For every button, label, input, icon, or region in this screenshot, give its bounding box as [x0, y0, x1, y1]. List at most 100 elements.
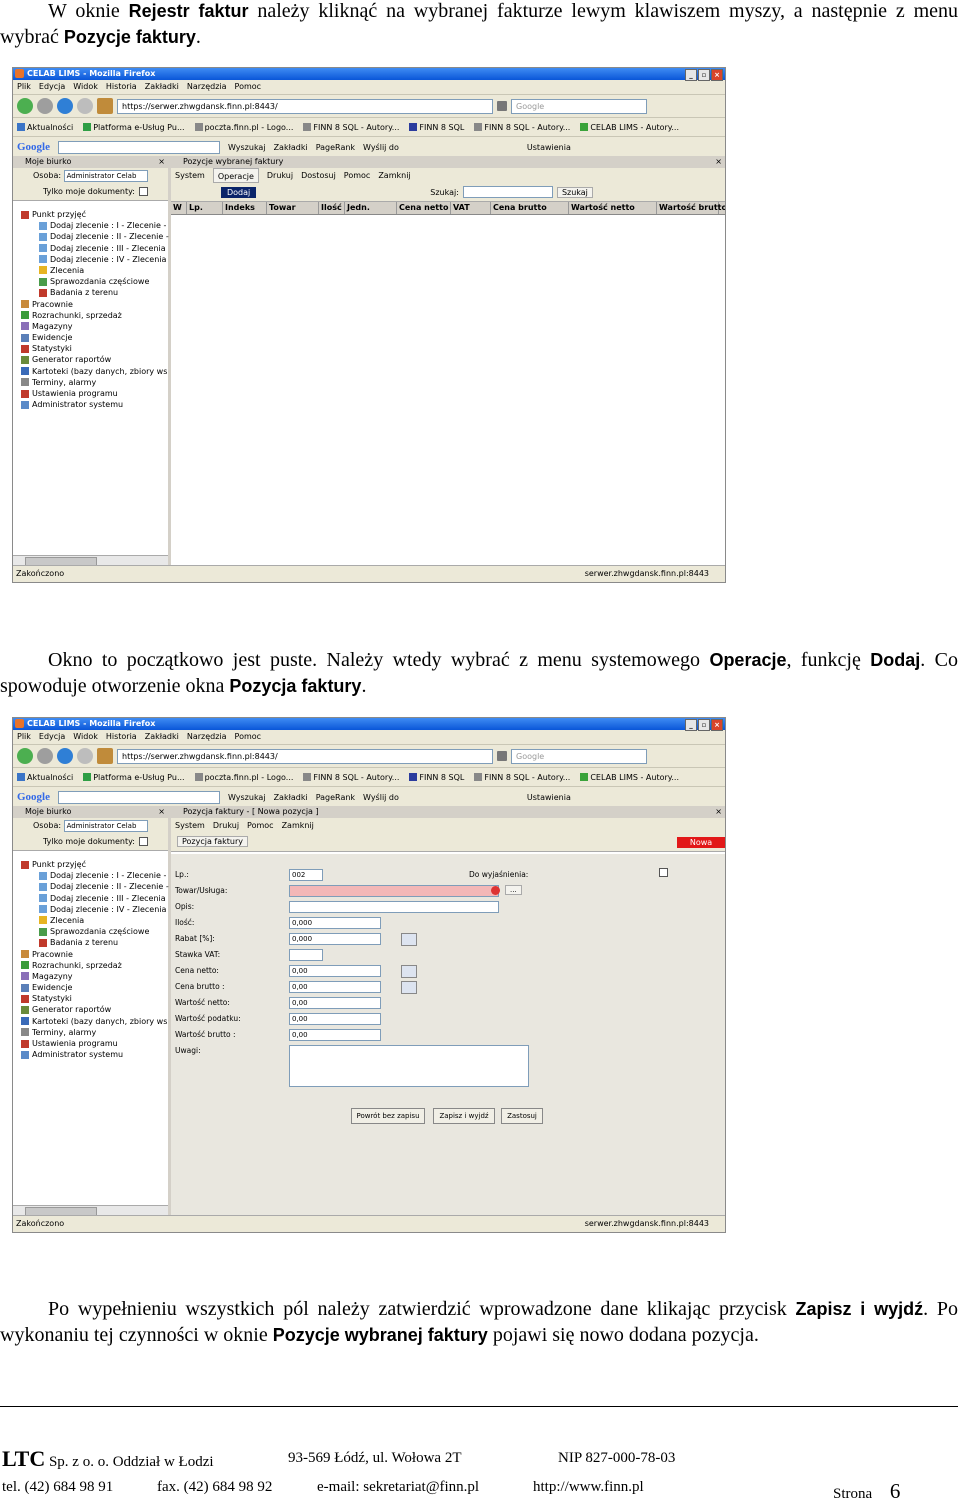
- back-icon[interactable]: [17, 98, 33, 114]
- close-icon[interactable]: ×: [711, 69, 723, 81]
- google-search-button[interactable]: Wyszukaj: [228, 143, 266, 152]
- tree-item[interactable]: Statystyki: [13, 993, 168, 1004]
- tree-item[interactable]: Statystyki: [13, 343, 168, 354]
- maximize-icon[interactable]: ▫: [698, 69, 710, 81]
- tree-item[interactable]: Badania z terenu: [13, 937, 168, 948]
- menu-zamknij[interactable]: Zamknij: [378, 168, 410, 183]
- stop-icon[interactable]: [77, 98, 93, 114]
- column-header[interactable]: Cena netto: [397, 202, 451, 214]
- tree-item[interactable]: Rozrachunki, sprzedaż: [13, 310, 168, 321]
- reload-icon[interactable]: [57, 98, 73, 114]
- ilosc-field[interactable]: 0,000: [289, 917, 381, 929]
- home-icon[interactable]: [97, 748, 113, 764]
- back-icon[interactable]: [17, 748, 33, 764]
- tree-item[interactable]: Badania z terenu: [13, 287, 168, 298]
- menu-zamknij[interactable]: Zamknij: [282, 818, 314, 833]
- google-settings-button[interactable]: Ustawienia: [527, 143, 571, 152]
- tree-item[interactable]: Dodaj zlecenie : IV - Zlecenia: [13, 254, 168, 265]
- tree-item[interactable]: Dodaj zlecenie : I - Zlecenie -: [13, 870, 168, 881]
- cena-brutto-field[interactable]: 0,00: [289, 981, 381, 993]
- tree-item[interactable]: Rozrachunki, sprzedaż: [13, 960, 168, 971]
- search-input[interactable]: Google: [511, 98, 647, 114]
- google-bookmarks-button[interactable]: Zakładki: [274, 143, 308, 152]
- only-mine-checkbox[interactable]: [138, 837, 148, 846]
- column-header[interactable]: Wartość netto: [569, 202, 657, 214]
- user-select[interactable]: Administrator Celab: [63, 819, 148, 832]
- go-icon[interactable]: [497, 751, 507, 761]
- bookmark-item[interactable]: FINN 8 SQL - Autory...: [303, 123, 399, 132]
- go-icon[interactable]: [497, 101, 507, 111]
- tree-item[interactable]: Magazyny: [13, 971, 168, 982]
- tree-item[interactable]: Dodaj zlecenie : IV - Zlecenia: [13, 904, 168, 915]
- menu-zakladki[interactable]: Zakładki: [145, 80, 179, 94]
- close-icon[interactable]: ×: [715, 156, 722, 168]
- column-header[interactable]: Ilość: [319, 202, 345, 214]
- calculator-icon[interactable]: [401, 965, 417, 978]
- wartosc-netto-field[interactable]: 0,00: [289, 997, 381, 1009]
- menu-system[interactable]: System: [175, 818, 205, 833]
- vat-select[interactable]: [289, 949, 323, 961]
- calculator-icon[interactable]: [401, 981, 417, 994]
- tree-item[interactable]: Pracownie: [13, 949, 168, 960]
- dodaj-menu-item[interactable]: Dodaj: [221, 186, 257, 198]
- bookmark-item[interactable]: FINN 8 SQL - Autory...: [303, 773, 399, 782]
- send-to-button[interactable]: Wyślij do: [363, 143, 399, 152]
- close-icon[interactable]: ×: [715, 806, 722, 818]
- menu-edycja[interactable]: Edycja: [39, 730, 65, 744]
- column-header[interactable]: Lp.: [187, 202, 223, 214]
- tree-item[interactable]: Administrator systemu: [13, 1049, 168, 1060]
- search-button[interactable]: Szukaj: [556, 186, 593, 198]
- column-header[interactable]: Indeks: [223, 202, 267, 214]
- uwagi-textarea[interactable]: [289, 1045, 529, 1087]
- tree-item[interactable]: Terminy, alarmy: [13, 377, 168, 388]
- rabat-field[interactable]: 0,000: [289, 933, 381, 945]
- tree-item[interactable]: Sprawozdania częściowe: [13, 926, 168, 937]
- forward-icon[interactable]: [37, 98, 53, 114]
- column-header[interactable]: Cena brutto: [491, 202, 569, 214]
- tree-item[interactable]: Punkt przyjęć: [13, 209, 168, 220]
- column-header[interactable]: Towar: [267, 202, 319, 214]
- send-to-button[interactable]: Wyślij do: [363, 793, 399, 802]
- bookmark-item[interactable]: Platforma e-Usług Pu...: [83, 773, 185, 782]
- menu-historia[interactable]: Historia: [106, 730, 137, 744]
- tree-item[interactable]: Dodaj zlecenie : II - Zlecenie -: [13, 881, 169, 892]
- menu-pomoc[interactable]: Pomoc: [235, 730, 262, 744]
- tree-item[interactable]: Sprawozdania częściowe: [13, 276, 168, 287]
- tree-item[interactable]: Kartoteki (bazy danych, zbiory ws: [13, 1016, 168, 1027]
- google-search-button[interactable]: Wyszukaj: [228, 793, 266, 802]
- menu-drukuj[interactable]: Drukuj: [267, 168, 293, 183]
- reload-icon[interactable]: [57, 748, 73, 764]
- user-select[interactable]: Administrator Celab: [63, 169, 148, 182]
- google-search-input[interactable]: [58, 790, 220, 804]
- tree-item[interactable]: Pracownie: [13, 299, 168, 310]
- tree-item[interactable]: Terminy, alarmy: [13, 1027, 168, 1038]
- column-header[interactable]: Wartość brutto: [657, 202, 725, 214]
- url-bar[interactable]: https://serwer.zhwgdansk.finn.pl:8443/: [117, 748, 493, 764]
- tree-item[interactable]: Ewidencje: [13, 982, 168, 993]
- only-mine-checkbox[interactable]: [138, 187, 148, 196]
- footer-email[interactable]: e-mail: sekretariat@finn.pl: [317, 1479, 479, 1496]
- home-icon[interactable]: [97, 98, 113, 114]
- menu-operacje[interactable]: Operacje: [212, 168, 259, 183]
- google-settings-button[interactable]: Ustawienia: [527, 793, 571, 802]
- menu-dostosuj[interactable]: Dostosuj: [301, 168, 336, 183]
- tree-item[interactable]: Dodaj zlecenie : I - Zlecenie -: [13, 220, 168, 231]
- close-icon[interactable]: ×: [158, 806, 165, 818]
- towar-browse-button[interactable]: ...: [505, 885, 522, 895]
- menu-widok[interactable]: Widok: [73, 80, 98, 94]
- tree-item[interactable]: Generator raportów: [13, 1004, 168, 1015]
- column-header[interactable]: VAT: [451, 202, 491, 214]
- menu-zakladki[interactable]: Zakładki: [145, 730, 179, 744]
- bookmark-item[interactable]: FINN 8 SQL: [409, 773, 464, 782]
- forward-icon[interactable]: [37, 748, 53, 764]
- bookmark-item[interactable]: CELAB LIMS - Autory...: [580, 123, 679, 132]
- menu-pomoc[interactable]: Pomoc: [344, 168, 371, 183]
- lp-field[interactable]: 002: [289, 869, 323, 881]
- wartosc-podatku-field[interactable]: 0,00: [289, 1013, 381, 1025]
- minimize-icon[interactable]: _: [685, 719, 697, 731]
- footer-website[interactable]: http://www.finn.pl: [533, 1479, 644, 1496]
- tree-item[interactable]: Ustawienia programu: [13, 1038, 168, 1049]
- bookmark-item[interactable]: FINN 8 SQL - Autory...: [474, 773, 570, 782]
- menu-pomoc[interactable]: Pomoc: [247, 818, 274, 833]
- wartosc-brutto-field[interactable]: 0,00: [289, 1029, 381, 1041]
